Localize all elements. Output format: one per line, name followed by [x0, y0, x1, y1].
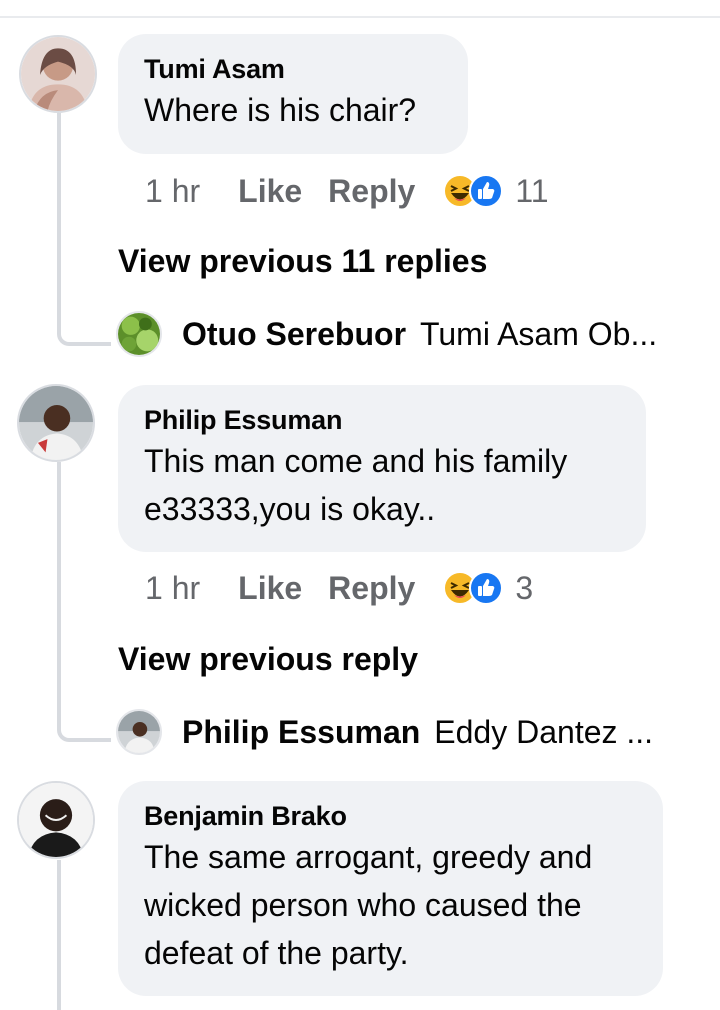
reply-text: Tumi Asam Ob... [420, 315, 658, 352]
avatar[interactable] [19, 35, 97, 113]
avatar[interactable] [17, 781, 95, 859]
reply-avatar[interactable] [116, 311, 162, 357]
comment-bubble: Benjamin Brako The same arrogant, greedy… [118, 781, 663, 996]
comment-author[interactable]: Philip Essuman [144, 403, 620, 437]
avatar-photo-icon [21, 37, 95, 111]
thread-elbow [57, 650, 111, 742]
comment-text-line: defeat of the party. [144, 935, 409, 971]
reply-avatar[interactable] [116, 709, 162, 755]
comment-meta: 1 hr Like Reply 3 [145, 568, 533, 608]
like-button[interactable]: Like [238, 173, 302, 210]
reply-button[interactable]: Reply [328, 173, 415, 210]
avatar[interactable] [17, 384, 95, 462]
comment-text-line: This man come and his family [144, 443, 568, 479]
comment-text-line: e33333,you is okay.. [144, 491, 436, 527]
avatar-photo-icon [118, 711, 160, 753]
reaction-count: 11 [515, 172, 549, 209]
thread-line [57, 860, 61, 1010]
view-previous-reply-link[interactable]: View previous reply [118, 641, 418, 678]
like-reaction-icon [469, 571, 504, 605]
view-previous-replies-link[interactable]: View previous 11 replies [118, 243, 487, 280]
top-divider [0, 16, 720, 18]
comment-text-line: The same arrogant, greedy and [144, 839, 593, 875]
like-reaction-icon [469, 174, 504, 208]
comment-author[interactable]: Benjamin Brako [144, 799, 637, 833]
comment-author[interactable]: Tumi Asam [144, 52, 442, 86]
avatar-photo-icon [19, 386, 93, 460]
reaction-count: 3 [515, 569, 534, 606]
reactions-summary[interactable]: 11 [443, 172, 549, 210]
comment-bubble: Tumi Asam Where is his chair? [118, 34, 468, 154]
comment-time[interactable]: 1 hr [145, 173, 200, 210]
comment-text-line: wicked person who caused the [144, 887, 582, 923]
thread-elbow [57, 256, 111, 346]
comment-text: Where is his chair? [144, 92, 417, 128]
comment-time[interactable]: 1 hr [145, 570, 200, 607]
reply-button[interactable]: Reply [328, 570, 415, 607]
avatar-photo-icon [19, 783, 93, 857]
reply-text: Eddy Dantez ... [434, 713, 654, 750]
comment-bubble: Philip Essuman This man come and his fam… [118, 385, 646, 552]
avatar-photo-icon [118, 313, 160, 355]
reply-author[interactable]: Philip Essuman [182, 714, 420, 751]
like-button[interactable]: Like [238, 570, 302, 607]
latest-reply-preview[interactable]: Otuo Serebuor Tumi Asam Ob... [182, 313, 657, 355]
reactions-summary[interactable]: 3 [443, 570, 533, 607]
latest-reply-preview[interactable]: Philip Essuman Eddy Dantez ... [182, 711, 653, 753]
comment-meta: 1 hr Like Reply 11 [145, 171, 549, 211]
reply-author[interactable]: Otuo Serebuor [182, 316, 406, 353]
